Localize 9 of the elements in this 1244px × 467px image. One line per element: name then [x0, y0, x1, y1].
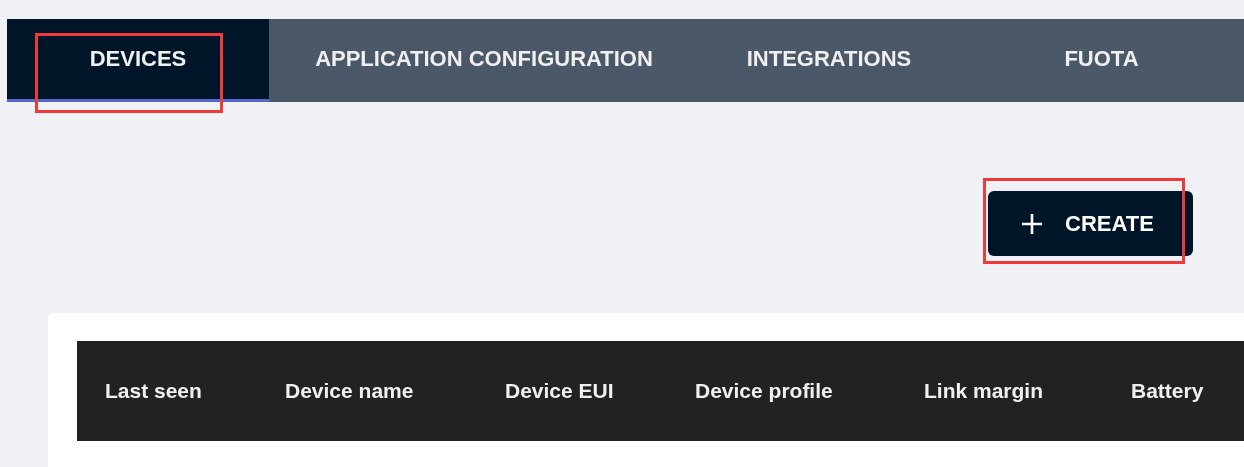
- plus-icon: [1021, 212, 1043, 235]
- column-header[interactable]: Last seen: [105, 379, 285, 403]
- tab[interactable]: DEVICES: [7, 19, 269, 102]
- column-header[interactable]: Device name: [285, 379, 505, 403]
- create-button[interactable]: CREATE: [988, 191, 1193, 256]
- column-header[interactable]: Device EUI: [505, 379, 695, 403]
- column-header[interactable]: Battery: [1131, 379, 1244, 403]
- column-header[interactable]: Device profile: [695, 379, 924, 403]
- column-header[interactable]: Link margin: [924, 379, 1131, 403]
